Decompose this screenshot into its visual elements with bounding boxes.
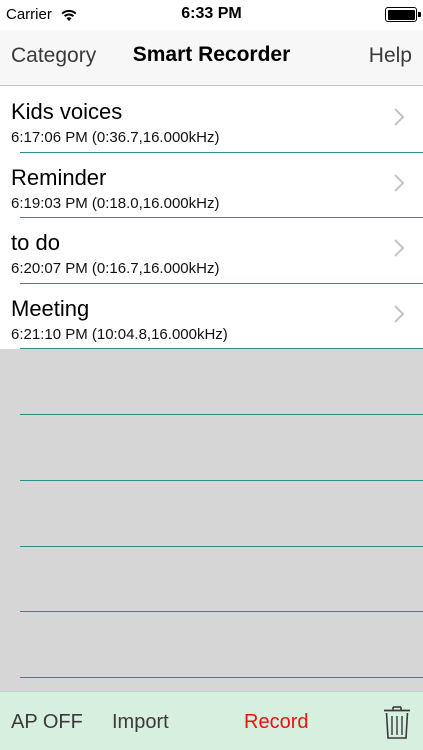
record-button[interactable]: Record bbox=[244, 711, 308, 734]
list-item[interactable]: Reminder 6:19:03 PM (0:18.0,16.000kHz) bbox=[0, 152, 423, 218]
recording-details: 6:17:06 PM (0:36.7,16.000kHz) bbox=[11, 129, 220, 146]
recording-title: Meeting bbox=[11, 295, 90, 321]
chevron-right-icon bbox=[394, 173, 405, 192]
bottom-toolbar: AP OFF Import Record bbox=[0, 691, 423, 750]
page-title: Smart Recorder bbox=[132, 43, 291, 66]
empty-list-area bbox=[0, 349, 423, 691]
recording-title: to do bbox=[11, 230, 60, 255]
chevron-right-icon bbox=[394, 304, 405, 323]
ap-off-button[interactable]: AP OFF bbox=[11, 711, 83, 734]
list-item[interactable]: Kids voices 6:17:06 PM (0:36.7,16.000kHz… bbox=[0, 87, 423, 153]
status-bar: Carrier 6:33 PM bbox=[0, 0, 423, 30]
recording-title: Kids voices bbox=[11, 99, 123, 124]
empty-row-separator bbox=[20, 677, 423, 678]
chevron-right-icon bbox=[394, 239, 405, 257]
recording-details: 6:20:07 PM (0:16.7,16.000kHz) bbox=[11, 260, 220, 277]
battery-icon bbox=[385, 7, 421, 22]
recording-list: Kids voices 6:17:06 PM (0:36.7,16.000kHz… bbox=[0, 87, 423, 349]
empty-row-separator bbox=[20, 414, 423, 415]
recording-details: 6:21:10 PM (10:04.8,16.000kHz) bbox=[11, 325, 228, 343]
chevron-right-icon bbox=[394, 108, 405, 126]
help-button[interactable]: Help bbox=[369, 44, 412, 68]
recording-title: Reminder bbox=[11, 164, 107, 190]
trash-icon[interactable] bbox=[383, 704, 411, 740]
empty-row-separator bbox=[20, 546, 423, 547]
list-item[interactable]: Meeting 6:21:10 PM (10:04.8,16.000kHz) bbox=[0, 283, 423, 349]
list-item[interactable]: to do 6:20:07 PM (0:16.7,16.000kHz) bbox=[0, 218, 423, 284]
status-time: 6:33 PM bbox=[181, 5, 242, 22]
import-button[interactable]: Import bbox=[112, 711, 169, 734]
navigation-bar: Category Smart Recorder Help bbox=[0, 30, 423, 86]
empty-row-separator bbox=[20, 611, 423, 612]
empty-row-separator bbox=[20, 480, 423, 481]
recording-details: 6:19:03 PM (0:18.0,16.000kHz) bbox=[11, 194, 220, 212]
